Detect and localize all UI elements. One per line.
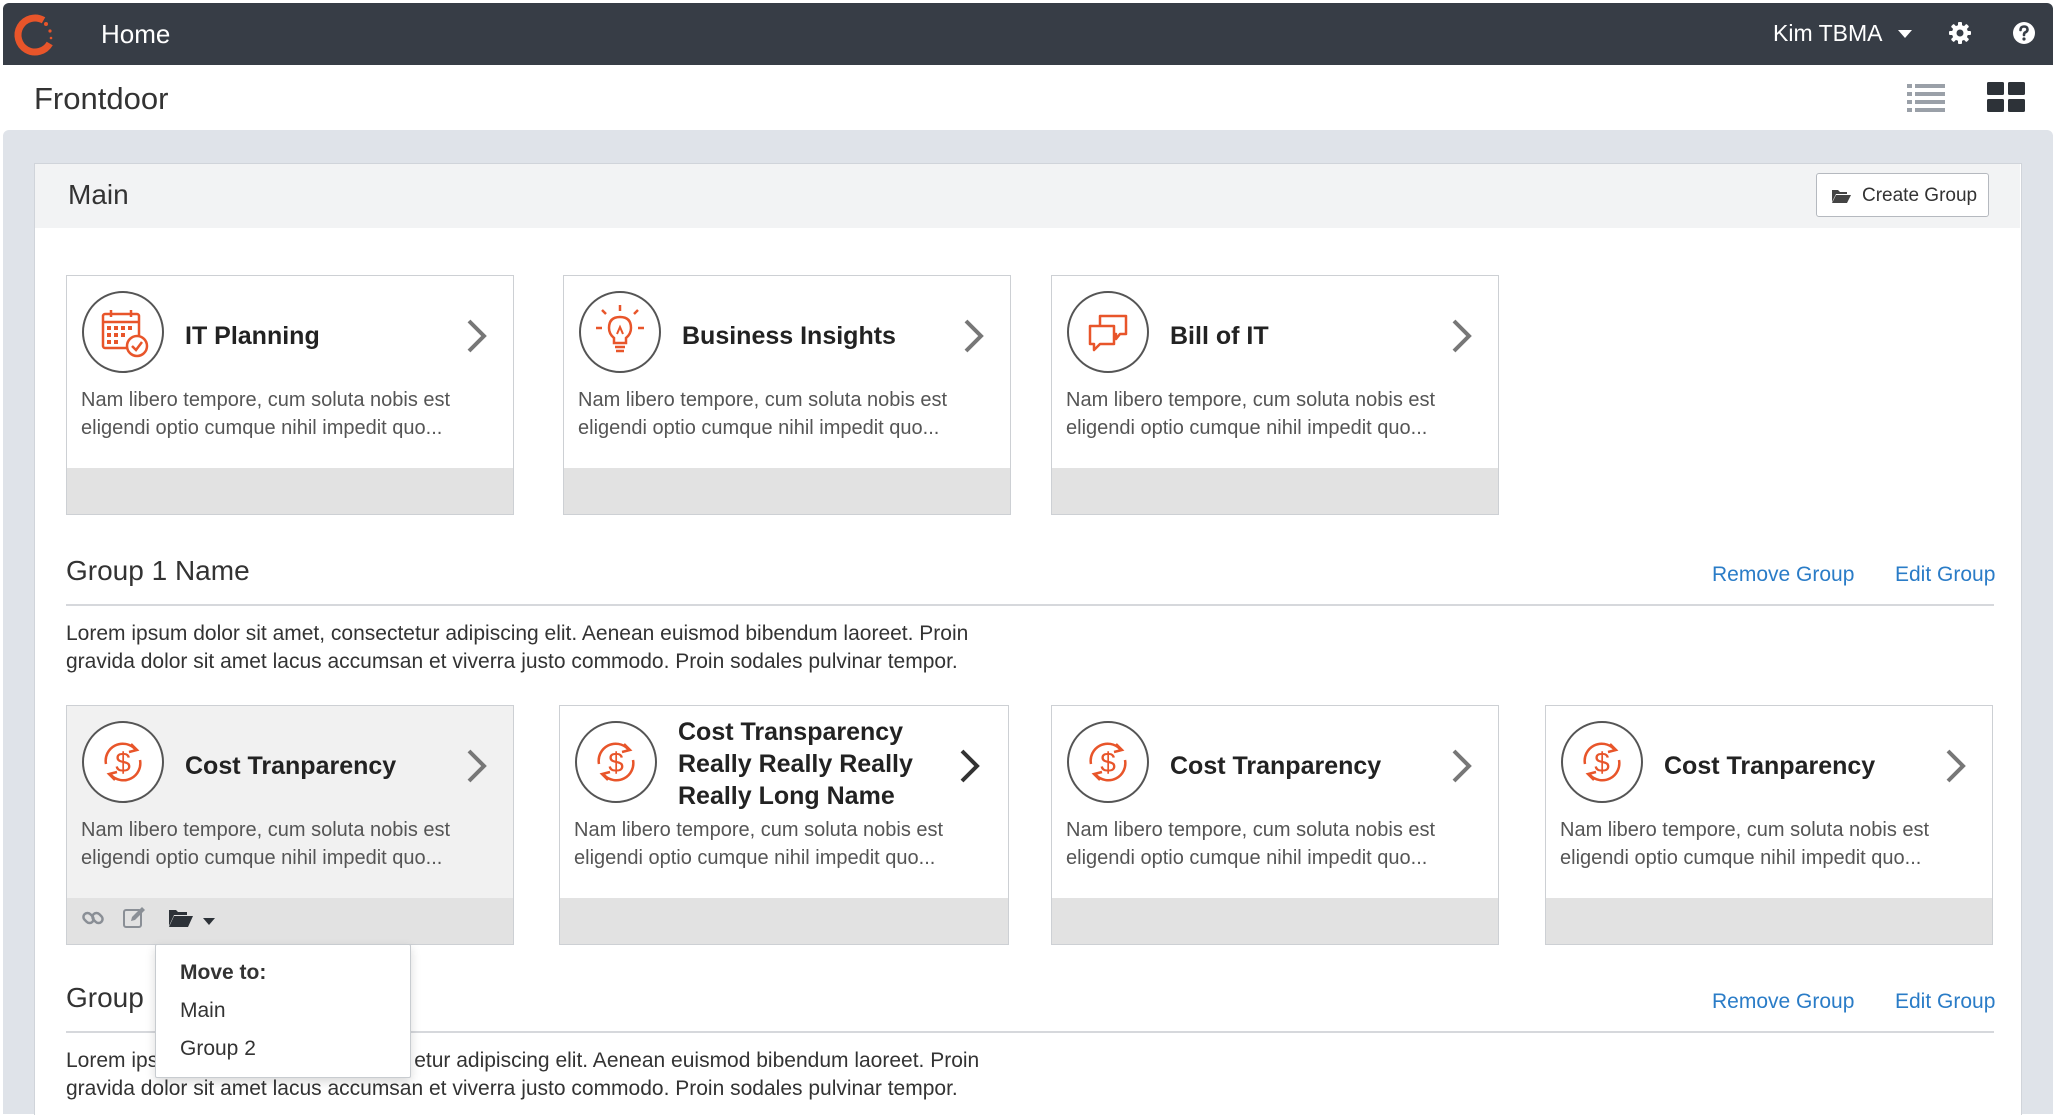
svg-text:$: $ [608,747,624,778]
card-title: Cost Transparency Really Really Really R… [678,718,913,810]
app-card-cost-transparency[interactable]: $ Cost Tranparency Nam libero tempore, c… [1545,705,1993,945]
card-description: Nam libero tempore, cum soluta nobis est… [1066,389,1436,439]
chevron-right-icon[interactable] [962,318,986,354]
remove-group-link[interactable]: Remove Group [1712,989,1854,1015]
group-1-divider [66,604,1994,606]
remove-group-link[interactable]: Remove Group [1712,562,1854,588]
card-footer [560,898,1008,944]
calendar-icon [82,291,164,373]
chevron-right-icon[interactable] [1450,748,1474,784]
card-footer [564,468,1010,514]
card-title: Cost Tranparency [1170,752,1382,780]
app-card-cost-transparency-long[interactable]: $ Cost Transparency Really Really Really… [559,705,1009,945]
card-description: Nam libero tempore, cum soluta nobis est… [81,819,451,869]
dropdown-header: Move to: [180,961,267,984]
app-card-cost-transparency[interactable]: $ Cost Tranparency Nam libero tempore, c… [1051,705,1499,945]
chevron-right-icon[interactable] [1944,748,1968,784]
edit-group-link[interactable]: Edit Group [1895,562,1995,588]
app-card-bill-of-it[interactable]: Bill of IT Nam libero tempore, cum solut… [1051,275,1499,515]
dollar-cycle-icon: $ [82,721,164,803]
card-description: Nam libero tempore, cum soluta nobis est… [1066,819,1436,869]
dollar-cycle-icon: $ [1561,721,1643,803]
logo-icon[interactable] [11,11,59,59]
dollar-cycle-icon: $ [1067,721,1149,803]
card-description: Nam libero tempore, cum soluta nobis est… [1560,819,1930,869]
folder-open-icon [1832,190,1851,203]
link-icon[interactable] [81,906,105,930]
chevron-right-icon[interactable] [465,748,489,784]
main-group-title: Main [68,179,129,210]
create-group-button[interactable]: Create Group [1816,173,1989,217]
group-1-title: Group 1 Name [66,555,250,586]
card-title: Bill of IT [1170,322,1269,350]
edit-group-link[interactable]: Edit Group [1895,989,1995,1015]
chevron-down-icon[interactable] [1898,30,1912,38]
chat-bubbles-icon [1067,291,1149,373]
dollar-cycle-icon: $ [575,721,657,803]
top-navbar: Home [3,3,2053,65]
home-link[interactable]: Home [101,19,170,49]
dropdown-option-group-2[interactable]: Group 2 [180,1036,256,1062]
chevron-right-icon[interactable] [958,748,982,784]
group-1-description: Lorem ipsum dolor sit amet, consectetur … [66,622,969,673]
card-title: IT Planning [185,322,320,350]
svg-text:$: $ [115,747,131,778]
app-card-cost-transparency[interactable]: $ Cost Tranparency Nam libero tempore, c… [66,705,514,945]
edit-icon[interactable] [122,906,146,930]
card-footer [1052,468,1498,514]
card-title: Cost Tranparency [185,752,397,780]
dropdown-option-main[interactable]: Main [180,998,226,1024]
card-title: Cost Tranparency [1664,752,1876,780]
card-footer [1052,898,1498,944]
grid-view-icon[interactable] [1985,80,2027,114]
list-view-icon[interactable] [1905,80,1947,114]
user-menu[interactable]: Kim TBMA [1773,19,1882,47]
app-card-business-insights[interactable]: Business Insights Nam libero tempore, cu… [563,275,1011,515]
group-2-title: Group [66,982,144,1013]
app-card-it-planning[interactable]: IT Planning Nam libero tempore, cum solu… [66,275,514,515]
page-title: Frontdoor [34,81,169,116]
help-icon[interactable] [2011,20,2037,46]
main-group-header: Main Create Group [35,164,2020,228]
card-description: Nam libero tempore, cum soluta nobis est… [574,819,944,869]
chevron-right-icon[interactable] [1450,318,1474,354]
card-title: Business Insights [682,322,896,350]
create-group-label: Create Group [1862,185,1978,206]
lightbulb-icon [579,291,661,373]
move-to-dropdown: Move to: Main Group 2 [155,944,411,1078]
svg-text:$: $ [1100,747,1116,778]
card-description: Nam libero tempore, cum soluta nobis est… [81,389,451,439]
chevron-down-icon[interactable] [203,918,215,925]
gear-icon[interactable] [1947,20,1973,46]
card-footer [1546,898,1992,944]
folder-move-icon[interactable] [168,906,194,930]
svg-text:$: $ [1594,747,1610,778]
chevron-right-icon[interactable] [465,318,489,354]
card-footer [67,468,513,514]
card-description: Nam libero tempore, cum soluta nobis est… [578,389,948,439]
